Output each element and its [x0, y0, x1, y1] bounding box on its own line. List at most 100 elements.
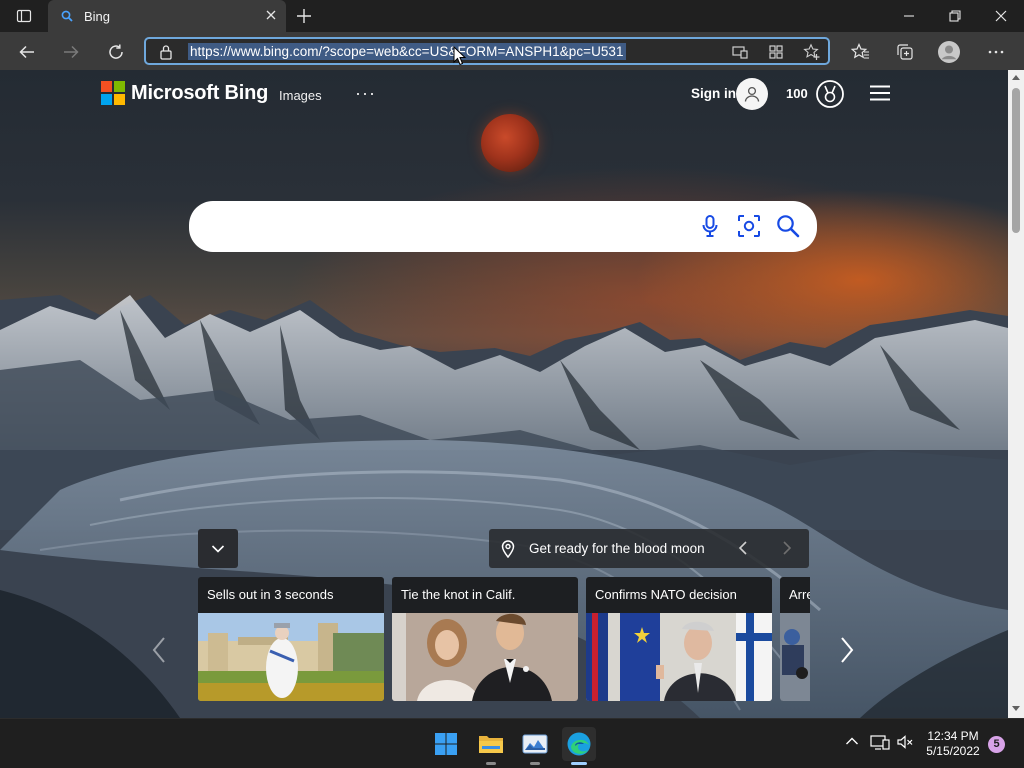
news-card-title[interactable]: Sells out in 3 seconds	[207, 587, 333, 602]
volume-muted-icon[interactable]	[896, 733, 914, 751]
previous-image-button[interactable]	[735, 539, 751, 557]
chevron-up-icon[interactable]	[845, 734, 859, 748]
news-card-image	[392, 613, 578, 701]
image-caption-bar[interactable]: Get ready for the blood moon	[489, 529, 809, 568]
notification-badge[interactable]: 5	[988, 736, 1005, 753]
image-caption-text[interactable]: Get ready for the blood moon	[529, 541, 705, 556]
next-image-button[interactable]	[779, 539, 795, 557]
search-input[interactable]	[211, 213, 695, 241]
microsoft-logo-icon	[101, 81, 125, 105]
search-icon[interactable]	[775, 213, 801, 239]
mouse-cursor-icon	[453, 46, 467, 66]
close-window-button[interactable]	[978, 4, 1024, 28]
running-indicator	[530, 762, 540, 765]
apps-icon[interactable]	[766, 43, 786, 61]
arrow-right-icon	[64, 45, 79, 59]
refresh-button[interactable]	[103, 39, 129, 65]
restore-icon	[949, 10, 961, 22]
collapse-feed-button[interactable]	[198, 529, 238, 568]
news-card-title[interactable]: Arre	[789, 587, 810, 602]
rewards-points[interactable]: 100	[786, 86, 808, 101]
chevron-right-icon	[841, 637, 854, 663]
tab-close-icon[interactable]	[264, 8, 278, 22]
system-clock[interactable]: 12:34 PM 5/15/2022	[920, 729, 986, 759]
plus-icon	[297, 9, 311, 23]
user-avatar[interactable]	[736, 78, 768, 110]
news-carousel: Sells out in 3 seconds Tie the knot in C…	[198, 577, 810, 703]
file-explorer-button[interactable]	[474, 727, 508, 765]
rewards-medal-icon	[816, 80, 844, 108]
visual-search-icon[interactable]	[736, 213, 762, 239]
browser-toolbar: https://www.bing.com/?scope=web&cc=US&FO…	[0, 32, 1024, 70]
search-box[interactable]	[189, 201, 817, 252]
clock-time: 12:34 PM	[927, 729, 979, 743]
location-pin-icon	[501, 540, 515, 558]
carousel-prev-button[interactable]	[150, 635, 168, 665]
brand-name: Microsoft Bing	[131, 81, 269, 104]
edge-app-button[interactable]	[562, 727, 596, 765]
address-bar[interactable]: https://www.bing.com/?scope=web&cc=US&FO…	[144, 37, 830, 65]
windows-start-icon	[435, 733, 457, 755]
profile-button[interactable]	[936, 39, 962, 65]
windows-taskbar: 12:34 PM 5/15/2022 5	[0, 718, 1024, 768]
chevron-left-icon	[738, 541, 747, 555]
chevron-right-icon	[783, 541, 792, 555]
start-button[interactable]	[429, 727, 463, 761]
add-favorite-icon[interactable]	[802, 43, 822, 61]
chevron-left-icon	[152, 637, 165, 663]
close-icon	[995, 10, 1007, 22]
rewards-button[interactable]	[815, 79, 845, 109]
refresh-icon	[109, 44, 123, 59]
news-card[interactable]: Tie the knot in Calif.	[392, 577, 578, 701]
scrollbar-thumb[interactable]	[1012, 88, 1020, 233]
running-indicator	[486, 762, 496, 765]
scroll-down-icon[interactable]	[1012, 706, 1020, 712]
chevron-down-icon	[211, 544, 225, 553]
page-scrollbar[interactable]	[1008, 70, 1024, 718]
news-card-image	[586, 613, 772, 701]
bing-homepage: Microsoft Bing Images ··· Sign in 100 Ge…	[0, 70, 1008, 718]
nav-images-link[interactable]: Images	[279, 88, 322, 103]
news-card[interactable]: Confirms NATO decision	[586, 577, 772, 701]
scroll-up-icon[interactable]	[1012, 74, 1020, 80]
microphone-icon[interactable]	[697, 213, 723, 239]
collections-button[interactable]	[892, 39, 918, 65]
tab-actions-button[interactable]	[10, 6, 38, 26]
carousel-next-button[interactable]	[838, 635, 856, 665]
news-card-image	[198, 613, 384, 701]
profile-avatar-icon	[938, 41, 960, 63]
tab-title: Bing	[84, 9, 111, 24]
arrow-left-icon	[19, 45, 34, 59]
minimize-button[interactable]	[886, 4, 932, 28]
tab-bing[interactable]: Bing	[48, 0, 286, 32]
edge-icon	[567, 732, 591, 756]
back-button[interactable]	[14, 39, 40, 65]
nav-more-menu[interactable]: ···	[355, 83, 376, 104]
news-card-title[interactable]: Tie the knot in Calif.	[401, 587, 515, 602]
news-card[interactable]: Sells out in 3 seconds	[198, 577, 384, 701]
more-horizontal-icon	[988, 50, 1004, 54]
news-card[interactable]: Arre	[780, 577, 810, 701]
address-url-text[interactable]: https://www.bing.com/?scope=web&cc=US&FO…	[188, 43, 626, 60]
forward-button[interactable]	[58, 39, 84, 65]
blood-moon-image	[481, 114, 539, 172]
favorites-button[interactable]	[847, 39, 873, 65]
favorites-icon	[850, 43, 869, 59]
tab-strip: Bing	[0, 0, 1024, 32]
news-card-title[interactable]: Confirms NATO decision	[595, 587, 737, 602]
restore-button[interactable]	[932, 4, 978, 28]
tab-actions-icon	[16, 9, 32, 23]
active-indicator	[571, 762, 587, 765]
lock-icon[interactable]	[159, 44, 173, 60]
settings-more-button[interactable]	[983, 39, 1009, 65]
menu-button[interactable]	[869, 84, 891, 102]
bing-logo[interactable]: Microsoft Bing	[101, 81, 268, 105]
collections-icon	[897, 44, 913, 60]
news-card-image	[780, 613, 810, 701]
new-tab-button[interactable]	[294, 6, 314, 26]
read-aloud-icon[interactable]	[730, 43, 750, 61]
photos-app-button[interactable]	[518, 727, 552, 765]
network-icon[interactable]	[870, 733, 890, 751]
sign-in-link[interactable]: Sign in	[691, 86, 736, 101]
clock-date: 5/15/2022	[926, 744, 980, 758]
